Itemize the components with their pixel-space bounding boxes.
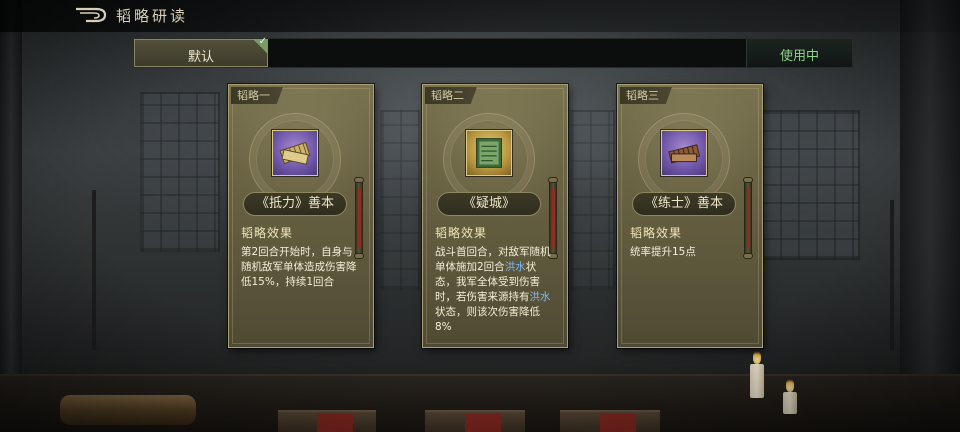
card-name: 《抵力》善本 [243,192,347,216]
effect-title: 韬略效果 [630,226,683,240]
background-window [140,92,220,252]
card-tag: 韬略二 [425,87,477,104]
keyword-flood: 洪水 [504,261,526,273]
purple-book-icon [272,130,318,176]
keyword-flood: 洪水 [529,291,551,303]
strategy-card-3[interactable]: 韬略三 《练士》善本 韬略效果 统率提升15点 [617,84,763,348]
card-name: 《练士》善本 [632,192,736,216]
background-window [570,110,615,290]
card-tag: 韬略三 [620,87,672,104]
card-tag: 韬略一 [231,87,283,104]
in-use-label: 使用中 [779,49,819,64]
candle [750,364,764,398]
strategy-card-1[interactable]: 韬略一 《抵力》善本 韬略效果 第2回合开始时，自身与随机敌军单体造成伤害降低1… [228,84,374,348]
effect-text: 战斗首回合，对敌军随机单体施加2回合洪水状态，我军全体受到伤害时，若伤害来源持有… [435,246,551,333]
background-pillar [900,0,960,380]
card-name: 《疑城》 [437,192,541,216]
purple-book-icon [661,130,707,176]
scheme-tab-default[interactable]: 默认 ✓ [134,36,268,67]
book-stack [425,410,525,432]
in-use-button[interactable]: 使用中 [746,39,852,67]
background-window [760,110,860,260]
candle-flame [753,350,761,364]
page-title: 韬略研读 [116,7,189,25]
scheme-bar: 默认 ✓ 使用中 [133,36,853,68]
checkmark-icon: ✓ [252,36,268,53]
gold-book-icon [466,130,512,176]
bamboo-scroll [60,395,196,425]
top-bar: 韬略研读 [0,0,960,32]
effect-title: 韬略效果 [241,226,294,240]
candle [783,392,797,414]
back-button[interactable] [74,6,108,24]
background-pillar [0,0,22,380]
candelabra [890,200,894,350]
strategy-card-2[interactable]: 韬略二 《疑城》 韬略效果 战斗首回合，对敌军随机单体施加2回合洪水状态，我军全… [422,84,568,348]
background-window [380,110,420,290]
book-stack [278,410,376,432]
effect-text: 统率提升15点 [630,246,696,258]
candelabra [92,190,96,350]
back-arrow-icon [76,7,107,23]
scheme-tab-label: 默认 [187,50,214,65]
effect-title: 韬略效果 [435,226,488,240]
book-stack [560,410,660,432]
candle-flame [786,378,794,392]
effect-text: 第2回合开始时，自身与随机敌军单体造成伤害降低15%，持续1回合 [241,246,357,288]
